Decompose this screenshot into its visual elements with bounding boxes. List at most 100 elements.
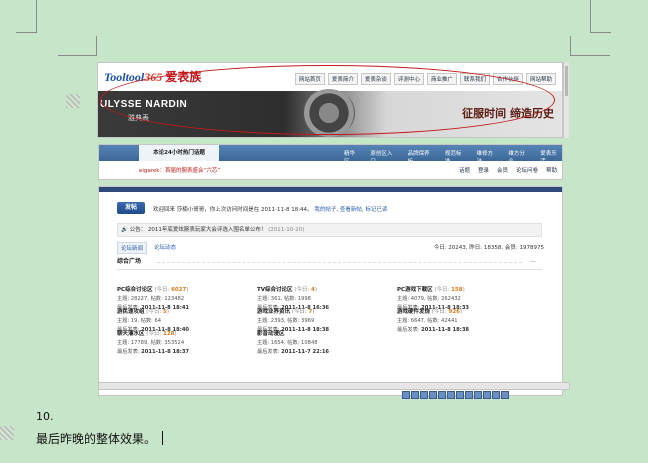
mark-read-link[interactable]: 标记已读 [365, 207, 387, 213]
my-posts-link[interactable]: 我的帖子 [314, 207, 336, 213]
scrollbar-thumb[interactable] [565, 66, 568, 96]
tray-icon[interactable] [492, 391, 500, 399]
board-title[interactable]: 游民速攻组 (今日: 5) [117, 307, 257, 315]
hot-topics-bar: 本论24小时热门话题 精华区 原创区入口 品牌保养板 规范标准 维修方法 维方分会 爱表乐活… [98, 144, 563, 180]
hot-link[interactable]: 论坛问卷 [516, 166, 538, 174]
hot-links: 话题 登录 会员 论坛问卷 帮助 [459, 166, 557, 174]
hot-nav-item[interactable]: 维方分会 [508, 149, 530, 165]
tray-icon[interactable] [438, 391, 446, 399]
board-name[interactable]: TV综合讨论区 [257, 287, 293, 293]
board-name[interactable]: PC综合讨论区 [117, 287, 153, 293]
anchor-icon [66, 94, 80, 108]
board-today: (今日: 158) [434, 287, 465, 293]
notice-date: (2011-10-20) [268, 227, 305, 233]
forum-top-line [99, 187, 562, 192]
board-today: (今日: 7) [291, 309, 315, 315]
hot-nav-item[interactable]: 规范标准 [445, 149, 467, 165]
hot-link[interactable]: 登录 [478, 166, 489, 174]
board-counts: 主题: 28227, 帖数: 123482 [117, 296, 185, 302]
anchor-icon [0, 426, 14, 440]
board-today: (今日: 4) [294, 287, 317, 293]
text-cursor [162, 431, 164, 445]
crop-mark-top-left-vertical [78, 36, 97, 56]
tray-icon[interactable] [465, 391, 473, 399]
hot-link[interactable]: 帮助 [546, 166, 557, 174]
hot-nav-item[interactable]: 品牌保养板 [408, 149, 435, 165]
hot-nav-item[interactable]: 爱表乐活 [540, 149, 562, 165]
board-name[interactable]: 聊天灌水区 [117, 331, 145, 337]
caption-text: 最后昨晚的整体效果。 [36, 432, 157, 446]
notice-text[interactable]: 2011年底爱炫腕表玩家大会评选入围名单公布！ [148, 227, 267, 233]
caption-line: 最后昨晚的整体效果。 [36, 430, 164, 447]
new-posts-link[interactable]: 查看新帖 [340, 207, 362, 213]
forum-board[interactable]: 影音动漫区主题: 1654, 帖数: 10848 最后发表: 2011-11-7 … [257, 329, 397, 355]
board-title[interactable]: 聊天灌水区 (今日: 128) [117, 329, 257, 337]
hot-link[interactable]: 会员 [497, 166, 508, 174]
tray-icon[interactable] [411, 391, 419, 399]
board-last-post: 最后发表: 2011-11-8 18:38 [397, 327, 470, 333]
tray-icon[interactable] [420, 391, 428, 399]
board-today: (今日: 128) [146, 331, 177, 337]
board-name[interactable]: 游戏硬件发烧 [397, 309, 430, 315]
board-title[interactable]: 游戏硬件发烧 (今日: 926) [397, 307, 537, 315]
nav-item[interactable]: 网站帮助 [525, 73, 556, 85]
site-header: Tooltool365 爱表族 网站首页 爱表简介 爱表杂谈 评测中心 商业推广 联系我们合… [97, 62, 563, 138]
tray-icon[interactable] [501, 391, 509, 399]
tray-icon[interactable] [429, 391, 437, 399]
forum-board[interactable]: 聊天灌水区 (今日: 128) 主题: 17789, 帖数: 353524 最后发表… [117, 329, 257, 355]
section-divider [157, 262, 522, 263]
post-button[interactable]: 发帖 [117, 202, 145, 214]
board-name[interactable]: 游民速攻组 [117, 309, 145, 315]
tray-icon[interactable] [474, 391, 482, 399]
tab-forum-activity[interactable]: 论坛动态 [151, 242, 179, 254]
section-header: 综合广场 — [117, 255, 542, 270]
step-number: 10. [36, 410, 54, 423]
board-last-post: 最后发表: 2011-11-7 22:16 [257, 349, 330, 355]
board-title[interactable]: TV综合讨论区 (今日: 4) [257, 285, 397, 293]
tray-icon[interactable] [456, 391, 464, 399]
hot-topics-header: 本论24小时热门话题 精华区 原创区入口 品牌保养板 规范标准 维修方法 维方分会 爱表乐活 [99, 145, 562, 165]
tab-forum-news[interactable]: 论坛新闻 [117, 242, 148, 254]
notice-bar: 🔊 公告： 2011年底爱炫腕表玩家大会评选入围名单公布！ (2011-10-2… [117, 223, 542, 237]
forum-board[interactable]: 游戏硬件发烧 (今日: 926) 主题: 6647, 帖数: 42441 最后发表:… [397, 307, 537, 333]
hot-topic-link[interactable]: eigarek：首届的腕表盛会“六芯” [139, 166, 220, 174]
board-today: (今日: 926) [431, 309, 463, 315]
board-counts: 主题: 2393, 帖数: 3969 [257, 318, 315, 324]
board-counts: 主题: 6647, 帖数: 42441 [397, 318, 458, 324]
tray-icon[interactable] [483, 391, 491, 399]
hot-nav-item[interactable]: 原创区入口 [370, 149, 397, 165]
board-title[interactable]: PC游戏下载区 (今日: 158) [397, 285, 537, 293]
system-tray [402, 391, 509, 399]
tray-icon[interactable] [402, 391, 410, 399]
forum-stats: 今日: 20243, 昨日: 18358, 会员: 1978975 [433, 245, 544, 251]
welcome-message: 欢迎回来 莎楠小哥哥，你上次访问时间是在 2011-11-8 18:44。 我的… [153, 207, 388, 213]
tray-icon[interactable] [447, 391, 455, 399]
board-name[interactable]: 游戏业界资讯 [257, 309, 290, 315]
board-last-post: 最后发表: 2011-11-8 18:37 [117, 349, 190, 355]
board-today: (今日: 6027) [154, 287, 189, 293]
vertical-scrollbar[interactable] [563, 62, 569, 138]
board-counts: 主题: 19, 帖数: 64 [117, 318, 162, 324]
board-title[interactable]: 游戏业界资讯 (今日: 7) [257, 307, 397, 315]
collapse-icon[interactable]: — [530, 255, 536, 269]
embedded-screenshot: Tooltool365 爱表族 网站首页 爱表简介 爱表杂谈 评测中心 商业推广 联系我们合… [97, 62, 570, 402]
forum-panel: 发帖 欢迎回来 莎楠小哥哥，你上次访问时间是在 2011-11-8 18:44。… [98, 186, 563, 396]
crop-mark-top-right-inner [570, 55, 610, 56]
notice-label: 🔊 公告： [121, 227, 147, 233]
hot-nav-item[interactable]: 精华区 [344, 149, 360, 165]
board-counts: 主题: 361, 帖数: 1998 [257, 296, 311, 302]
crop-mark-top-left [16, 0, 37, 33]
hot-link[interactable]: 话题 [459, 166, 470, 174]
board-title[interactable]: 影音动漫区 [257, 329, 397, 337]
hot-topics-label: 本论24小时热门话题 [139, 145, 219, 161]
board-name[interactable]: PC游戏下载区 [397, 287, 433, 293]
horizontal-scrollbar[interactable] [98, 382, 570, 390]
welcome-text: 欢迎回来 莎楠小哥哥，你上次访问时间是在 2011-11-8 18:44。 [153, 207, 313, 213]
board-counts: 主题: 17789, 帖数: 353524 [117, 340, 185, 346]
board-name[interactable]: 影音动漫区 [257, 331, 285, 337]
annotation-ellipse [100, 65, 555, 135]
board-counts: 主题: 1654, 帖数: 10848 [257, 340, 318, 346]
section-title: 综合广场 [117, 258, 142, 265]
hot-nav-item[interactable]: 维修方法 [477, 149, 499, 165]
board-title[interactable]: PC综合讨论区 (今日: 6027) [117, 285, 257, 293]
